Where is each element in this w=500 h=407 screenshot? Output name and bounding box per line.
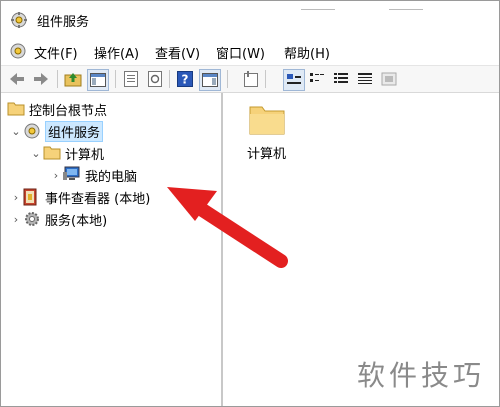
menu-file[interactable]: 文件(F) (34, 43, 78, 62)
tree-label-component-services: 组件服务 (45, 120, 104, 142)
menu-bar: 文件(F) 操作(A) 查看(V) 窗口(W) 帮助(H) (1, 39, 499, 63)
tree-label-computers: 计算机 (65, 147, 105, 163)
tree-label-console-root: 控制台根节点 (29, 103, 108, 119)
tree-label-event-viewer: 事件查看器 (本地) (45, 191, 151, 207)
toolbar-separator (115, 70, 116, 88)
result-item-label: 计算机 (247, 147, 287, 162)
back-arrow-icon[interactable] (7, 69, 27, 89)
tree-node-computers[interactable]: ⌄ 计算机 (29, 143, 104, 163)
component-services-menu-icon[interactable] (9, 42, 27, 60)
small-icons-view-icon[interactable] (307, 69, 327, 89)
chevron-right-icon[interactable]: › (49, 169, 63, 182)
watermark-text: 软件技巧 (356, 359, 485, 392)
chevron-down-icon[interactable]: ⌄ (29, 147, 43, 160)
toolbar-separator (57, 70, 58, 88)
chevron-right-icon[interactable]: › (9, 191, 23, 204)
large-icons-view-icon[interactable] (283, 69, 305, 91)
action-pane-icon[interactable] (199, 69, 221, 91)
up-folder-icon[interactable] (63, 69, 83, 89)
folder-icon (7, 100, 25, 118)
list-view-icon[interactable] (331, 69, 351, 89)
svg-text:?: ? (182, 73, 189, 87)
tree-node-component-services[interactable]: ⌄ 组件服务 (9, 120, 104, 142)
toolbar-separator (227, 70, 228, 88)
menu-help[interactable]: 帮助(H) (284, 43, 330, 62)
toolbar-separator (265, 70, 266, 88)
toolbar-separator (169, 70, 170, 88)
forward-arrow-icon[interactable] (31, 69, 51, 89)
title-bar[interactable]: 组件服务 (1, 1, 499, 37)
help-icon[interactable]: ? (175, 69, 195, 89)
services-gear-icon (23, 210, 41, 228)
tree-label-my-computer: 我的电脑 (85, 169, 138, 185)
mmc-window: 组件服务 文件(F) 操作(A) 查看(V) 窗口(W) 帮助(H) ? 控制台… (0, 0, 500, 407)
properties-icon[interactable] (121, 69, 141, 89)
component-services-app-icon (10, 11, 28, 29)
window-title: 组件服务 (37, 15, 90, 30)
chevron-right-icon[interactable]: › (9, 213, 23, 226)
toolbar: ? (1, 65, 499, 93)
console-tree-icon[interactable] (87, 69, 109, 91)
component-services-icon (23, 122, 41, 140)
minimize-button[interactable] (301, 1, 335, 10)
stop-icon[interactable] (379, 69, 399, 89)
folder-icon (43, 144, 61, 162)
menu-action[interactable]: 操作(A) (94, 43, 139, 62)
folder-icon (249, 103, 285, 135)
maximize-button[interactable] (389, 1, 423, 10)
event-viewer-icon (23, 188, 41, 206)
computer-icon (63, 166, 81, 184)
export-list-icon[interactable] (241, 69, 261, 89)
chevron-down-icon[interactable]: ⌄ (9, 125, 23, 138)
annotation-arrow-icon (167, 187, 288, 268)
details-view-icon[interactable] (355, 69, 375, 89)
tree-node-event-viewer[interactable]: › 事件查看器 (本地) (9, 187, 150, 207)
menu-window[interactable]: 窗口(W) (216, 43, 265, 62)
menu-view[interactable]: 查看(V) (155, 43, 200, 62)
tree-node-console-root[interactable]: 控制台根节点 (7, 99, 107, 119)
tree-label-services: 服务(本地) (45, 213, 108, 229)
tree-node-my-computer[interactable]: › 我的电脑 (49, 165, 137, 185)
refresh-icon[interactable] (145, 69, 165, 89)
tree-node-services[interactable]: › 服务(本地) (9, 209, 107, 229)
